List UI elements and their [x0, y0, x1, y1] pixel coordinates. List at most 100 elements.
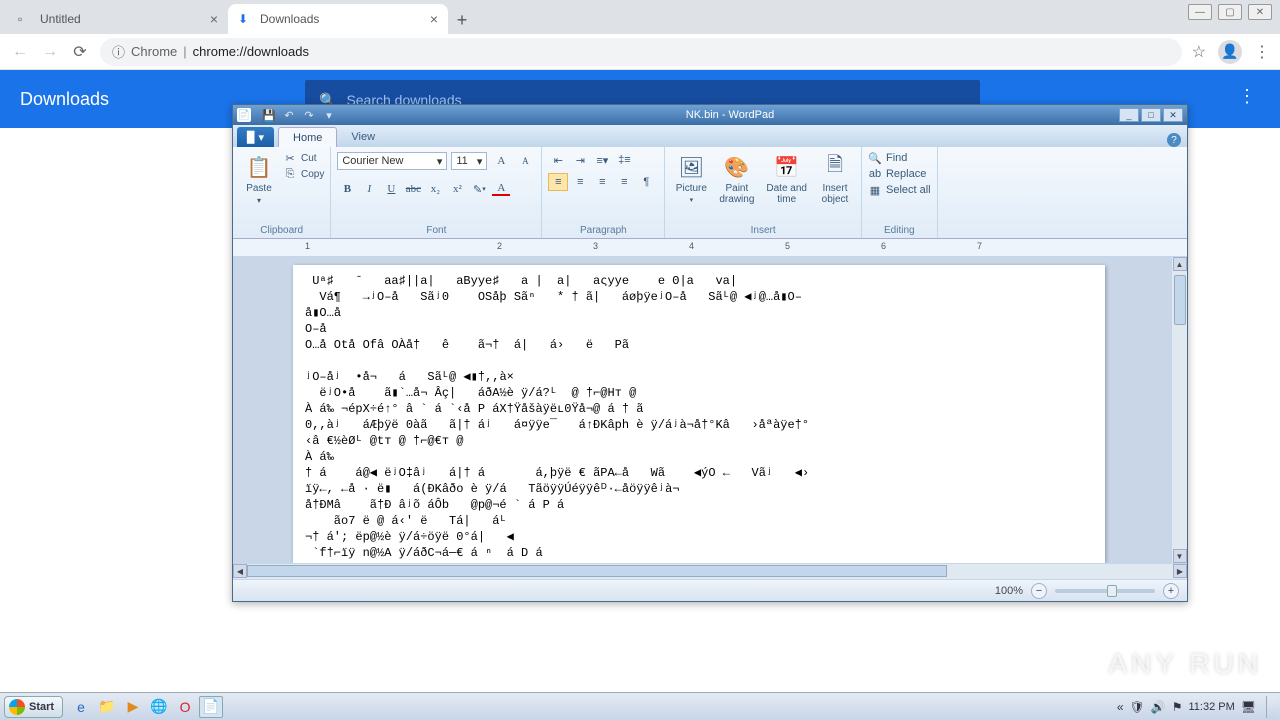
- insert-object-button[interactable]: 🗎Insert object: [815, 151, 855, 207]
- paragraph-dialog-button[interactable]: ¶: [636, 173, 656, 191]
- font-color-button[interactable]: A: [491, 179, 511, 199]
- shrink-font-button[interactable]: A: [515, 151, 535, 171]
- wordpad-system-icon[interactable]: 📄: [237, 108, 251, 122]
- chrome-menu-icon[interactable]: ⋮: [1254, 42, 1270, 62]
- tab-strip: ▫ Untitled × ⬇ Downloads × +: [0, 0, 1280, 34]
- tab-untitled[interactable]: ▫ Untitled ×: [8, 4, 228, 34]
- align-left-button[interactable]: ≡: [548, 173, 568, 191]
- tray-volume-icon[interactable]: 🔊: [1151, 700, 1166, 714]
- taskbar-ie-icon[interactable]: e: [69, 696, 93, 718]
- redo-icon[interactable]: ↷: [301, 108, 317, 122]
- show-desktop-button[interactable]: [1266, 696, 1276, 718]
- align-center-button[interactable]: ≡: [570, 173, 590, 191]
- strikethrough-button[interactable]: abc: [403, 179, 423, 199]
- wordpad-window: 📄 💾 ↶ ↷ ▾ NK.bin - WordPad _ □ ✕ ▉ ▾ Hom…: [232, 104, 1188, 602]
- justify-button[interactable]: ≡: [614, 173, 634, 191]
- replace-button[interactable]: abReplace: [868, 167, 931, 181]
- close-icon[interactable]: ×: [430, 11, 438, 27]
- close-icon[interactable]: ×: [210, 11, 218, 27]
- line-spacing-button[interactable]: ‡≡: [614, 151, 634, 169]
- undo-icon[interactable]: ↶: [281, 108, 297, 122]
- minimize-button[interactable]: _: [1119, 108, 1139, 122]
- taskbar-opera-icon[interactable]: O: [173, 696, 197, 718]
- tray-flag-icon[interactable]: ⚑: [1172, 700, 1183, 714]
- document-page[interactable]: Uᵃ♯ ˉ aa♯||a| aByye♯ a | a| aςyye e ʘ|a …: [293, 265, 1105, 563]
- bullet-list-button[interactable]: ≡▾: [592, 151, 612, 169]
- increase-indent-button[interactable]: ⇥: [570, 151, 590, 169]
- underline-button[interactable]: U: [381, 179, 401, 199]
- site-info-icon[interactable]: ⓘ: [112, 42, 125, 61]
- scroll-left-icon[interactable]: ◀: [233, 564, 247, 578]
- taskbar-media-icon[interactable]: ▶: [121, 696, 145, 718]
- omnibox-protocol: Chrome: [131, 44, 177, 59]
- downloads-menu-icon[interactable]: ⋮: [1238, 86, 1256, 107]
- windows-logo-icon: [9, 699, 25, 715]
- tray-monitor-icon[interactable]: 🖥: [1241, 700, 1256, 714]
- ruler-mark: 6: [881, 241, 886, 251]
- paste-button[interactable]: 📋 Paste ▾: [239, 151, 279, 207]
- vertical-scrollbar[interactable]: ▲ ▼: [1171, 257, 1187, 563]
- forward-button[interactable]: →: [40, 42, 60, 62]
- tray-expand-icon[interactable]: «: [1117, 700, 1124, 714]
- zoom-slider-knob[interactable]: [1107, 585, 1117, 597]
- find-button[interactable]: 🔍Find: [868, 151, 931, 165]
- font-name-select[interactable]: Courier New▾: [337, 152, 447, 170]
- horizontal-scrollbar[interactable]: ◀ ▶: [233, 563, 1187, 579]
- font-name-value: Courier New: [342, 155, 403, 167]
- omnibox-sep: |: [183, 44, 186, 59]
- tab-downloads[interactable]: ⬇ Downloads ×: [228, 4, 448, 34]
- start-button[interactable]: Start: [4, 696, 63, 718]
- paint-icon: 🎨: [723, 153, 751, 181]
- font-size-select[interactable]: 11▾: [451, 152, 487, 170]
- maximize-button[interactable]: □: [1141, 108, 1161, 122]
- taskbar-wordpad-icon[interactable]: 📄: [199, 696, 223, 718]
- scroll-down-icon[interactable]: ▼: [1173, 549, 1187, 563]
- decrease-indent-button[interactable]: ⇤: [548, 151, 568, 169]
- scroll-up-icon[interactable]: ▲: [1173, 257, 1187, 271]
- taskbar-explorer-icon[interactable]: 📁: [95, 696, 119, 718]
- grow-font-button[interactable]: A: [491, 151, 511, 171]
- ruler[interactable]: 1 2 3 4 5 6 7: [233, 239, 1187, 257]
- close-button[interactable]: ✕: [1163, 108, 1183, 122]
- select-all-button[interactable]: ▦Select all: [868, 183, 931, 197]
- insert-picture-button[interactable]: 🖼Picture▾: [671, 151, 711, 206]
- copy-button[interactable]: ⎘Copy: [283, 167, 324, 181]
- file-menu-button[interactable]: ▉ ▾: [237, 127, 274, 147]
- bookmark-icon[interactable]: ☆: [1192, 42, 1206, 62]
- superscript-button[interactable]: x²: [447, 179, 467, 199]
- cut-button[interactable]: ✂Cut: [283, 151, 324, 165]
- page-title: Downloads: [20, 89, 109, 110]
- highlight-button[interactable]: ✎▾: [469, 179, 489, 199]
- omnibox[interactable]: ⓘ Chrome | chrome://downloads: [100, 38, 1182, 66]
- chrome-maximize-button[interactable]: ▢: [1218, 4, 1242, 20]
- taskbar-chrome-icon[interactable]: 🌐: [147, 696, 171, 718]
- subscript-button[interactable]: x₂: [425, 179, 445, 199]
- tab-home[interactable]: Home: [278, 127, 337, 147]
- tray-clock[interactable]: 11:32 PM: [1188, 701, 1234, 713]
- save-icon[interactable]: 💾: [261, 108, 277, 122]
- zoom-slider[interactable]: [1055, 589, 1155, 593]
- zoom-out-button[interactable]: −: [1031, 583, 1047, 599]
- chrome-minimize-button[interactable]: —: [1188, 4, 1212, 20]
- italic-button[interactable]: I: [359, 179, 379, 199]
- back-button[interactable]: ←: [10, 42, 30, 62]
- ruler-mark: 1: [305, 241, 310, 251]
- paint-drawing-button[interactable]: 🎨Paint drawing: [715, 151, 758, 207]
- qat-dropdown-icon[interactable]: ▾: [321, 108, 337, 122]
- help-icon[interactable]: ?: [1167, 133, 1181, 147]
- chrome-close-button[interactable]: ✕: [1248, 4, 1272, 20]
- zoom-value: 100%: [995, 585, 1023, 597]
- wordpad-titlebar[interactable]: 📄 💾 ↶ ↷ ▾ NK.bin - WordPad _ □ ✕: [233, 105, 1187, 125]
- date-time-button[interactable]: 📅Date and time: [762, 151, 811, 207]
- reload-button[interactable]: ⟳: [70, 42, 90, 62]
- scroll-right-icon[interactable]: ▶: [1173, 564, 1187, 578]
- tray-security-icon[interactable]: 🛡: [1130, 700, 1145, 714]
- align-right-button[interactable]: ≡: [592, 173, 612, 191]
- bold-button[interactable]: B: [337, 179, 357, 199]
- scroll-thumb[interactable]: [247, 565, 947, 577]
- zoom-in-button[interactable]: +: [1163, 583, 1179, 599]
- new-tab-button[interactable]: +: [448, 6, 476, 34]
- profile-avatar[interactable]: 👤: [1218, 40, 1242, 64]
- scroll-thumb[interactable]: [1174, 275, 1186, 325]
- tab-view[interactable]: View: [337, 127, 389, 147]
